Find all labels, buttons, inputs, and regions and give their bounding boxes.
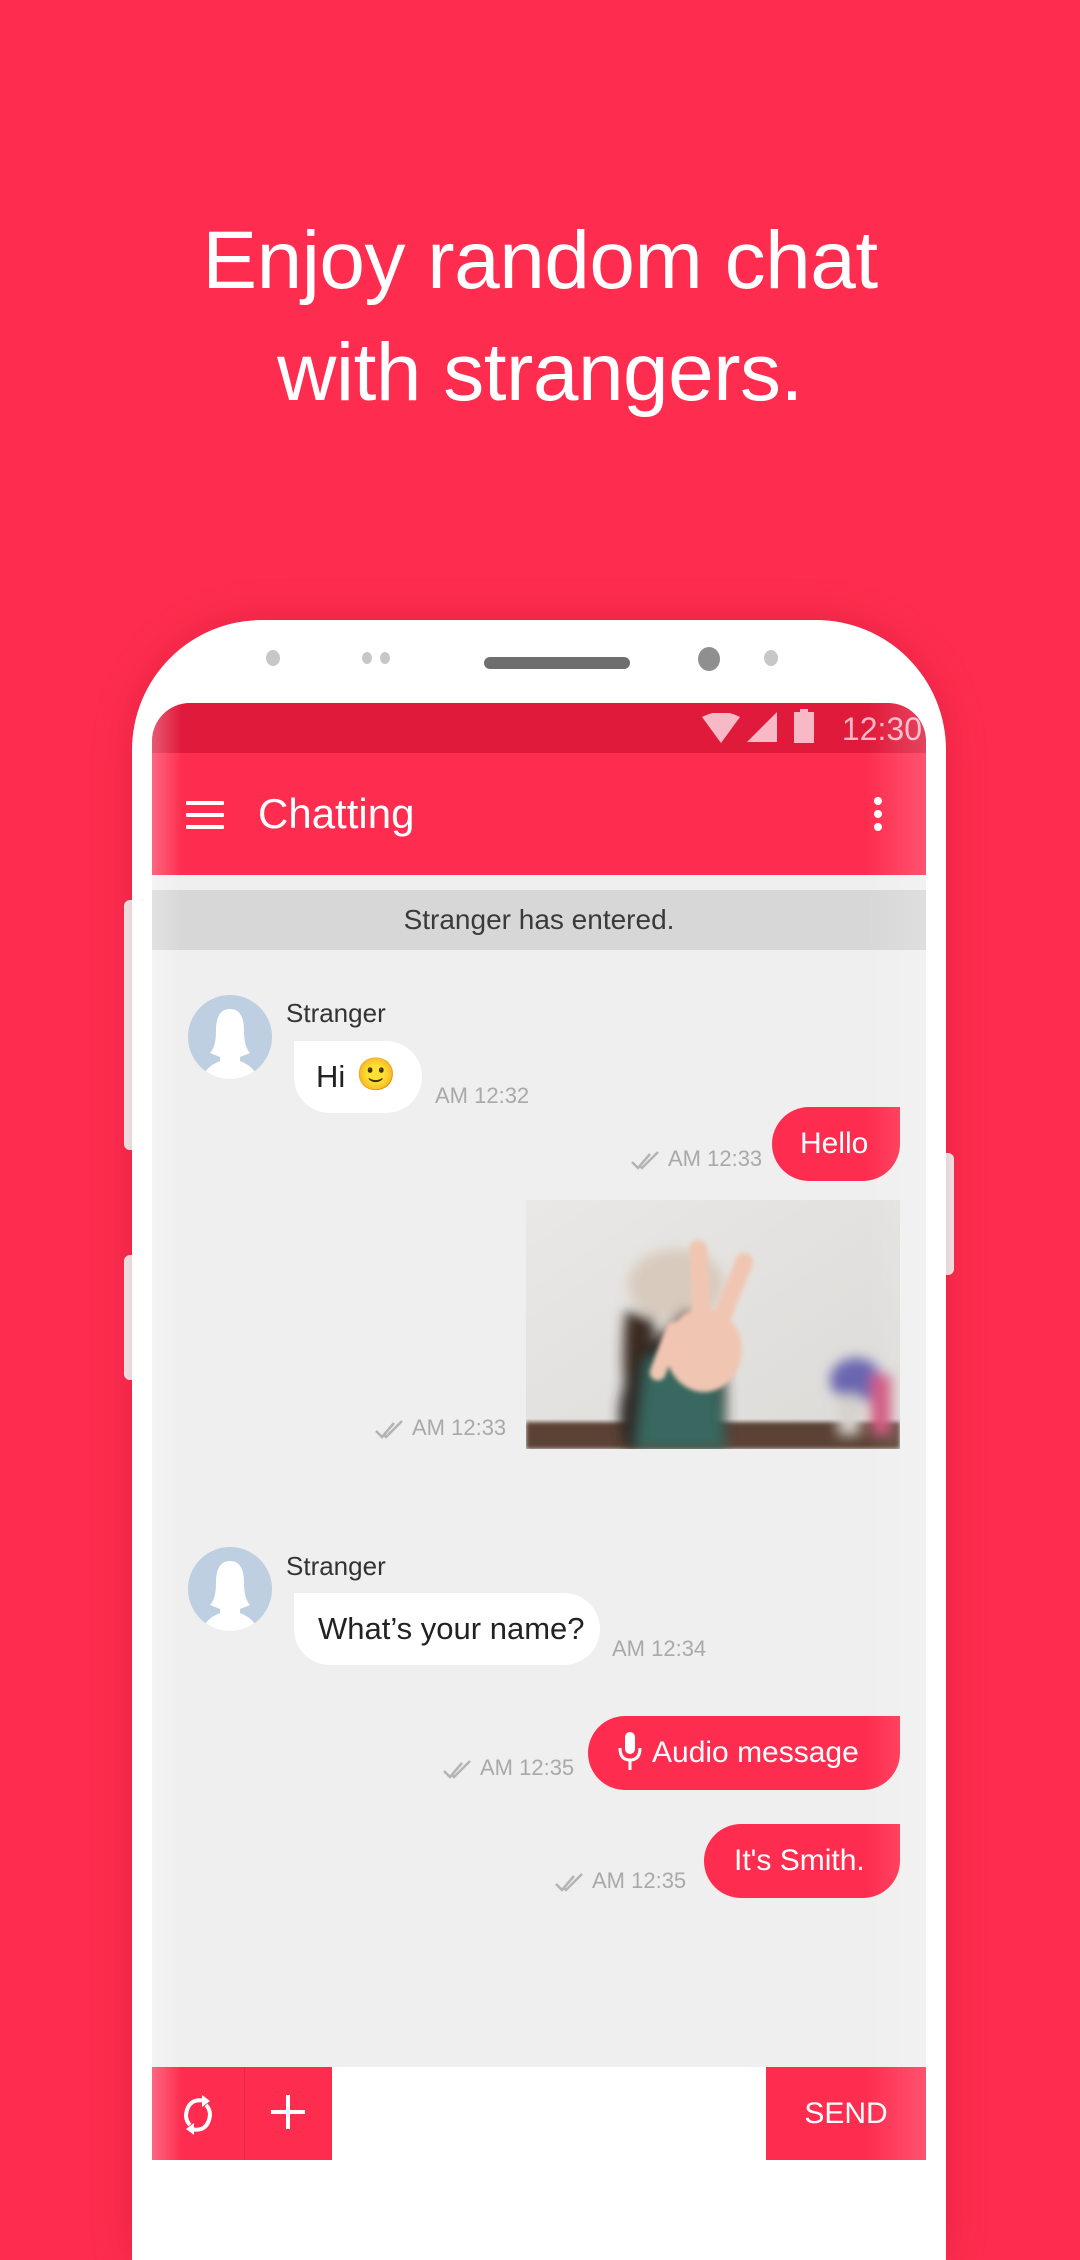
sensor-dot: [380, 652, 390, 664]
message-time: AM 12:32: [435, 1083, 530, 1108]
sender-name: Stranger: [286, 998, 386, 1028]
message-bubble-incoming[interactable]: What’s your name?: [294, 1593, 600, 1665]
message-time-row: AM 12:35: [442, 1755, 574, 1781]
message-time: AM 12:33: [668, 1146, 763, 1171]
image-message[interactable]: [526, 1200, 900, 1449]
send-button[interactable]: SEND: [766, 2067, 926, 2160]
status-bar: 12:30: [152, 703, 926, 753]
read-receipt-icon: [443, 1760, 471, 1780]
headline-line-1: Enjoy random chat: [202, 215, 878, 306]
female-silhouette-icon: [202, 1561, 258, 1631]
smile-emoji: 🙂: [356, 1056, 396, 1092]
front-camera: [698, 647, 720, 671]
message-text: It's Smith.: [734, 1844, 865, 1877]
sensor-dot: [266, 650, 280, 666]
status-time: 12:30: [841, 711, 922, 747]
app-title: Chatting: [258, 790, 415, 837]
message-time: AM 12:35: [480, 1755, 575, 1780]
message-time-row: AM 12:33: [374, 1415, 506, 1441]
refresh-button[interactable]: [152, 2067, 245, 2160]
message-input[interactable]: [332, 2067, 766, 2160]
phone-screen: 12:30 Chatting Stranger has entered. Str…: [152, 703, 926, 2160]
message-text: Audio message: [652, 1736, 859, 1769]
app-bar: Chatting: [152, 753, 926, 875]
message-time-row: AM 12:33: [630, 1146, 762, 1172]
message-bubble-outgoing[interactable]: It's Smith.: [704, 1824, 900, 1898]
read-receipt-icon: [631, 1151, 659, 1171]
message-time: AM 12:35: [592, 1868, 687, 1893]
message-text: Hello: [800, 1127, 869, 1160]
message-input-bar: SEND: [152, 2067, 926, 2160]
headline-line-2: with strangers.: [277, 327, 803, 418]
refresh-icon: [183, 2095, 213, 2135]
sensor-dot: [362, 652, 372, 664]
avatar[interactable]: [188, 1547, 272, 1631]
sender-name: Stranger: [286, 1551, 386, 1581]
earpiece-speaker: [484, 657, 630, 669]
read-receipt-icon: [375, 1420, 403, 1440]
read-receipt-icon: [555, 1873, 583, 1893]
signal-icon: [747, 712, 777, 742]
avatar[interactable]: [188, 995, 272, 1079]
promo-headline: Enjoy random chat with strangers.: [0, 205, 1080, 429]
system-message: Stranger has entered.: [152, 890, 926, 950]
message-time-row: AM 12:35: [554, 1868, 686, 1894]
message-time: AM 12:34: [612, 1636, 707, 1661]
microphone-icon: [618, 1732, 642, 1770]
photo-content: [526, 1200, 900, 1449]
hamburger-menu-icon[interactable]: [186, 801, 224, 831]
female-silhouette-icon: [202, 1009, 258, 1079]
message-text: Hi: [316, 1059, 346, 1094]
more-vertical-icon[interactable]: [874, 797, 884, 837]
battery-icon: [794, 709, 814, 743]
message-bubble-incoming[interactable]: Hi 🙂: [294, 1041, 422, 1113]
message-text: What’s your name?: [318, 1611, 585, 1646]
plus-icon: [271, 2095, 305, 2129]
sensor-dot: [764, 650, 778, 666]
wifi-icon: [702, 713, 740, 743]
message-time: AM 12:33: [412, 1415, 507, 1440]
audio-message-bubble[interactable]: Audio message: [588, 1716, 900, 1790]
message-bubble-outgoing[interactable]: Hello: [772, 1107, 900, 1181]
add-attachment-button[interactable]: [245, 2067, 332, 2160]
